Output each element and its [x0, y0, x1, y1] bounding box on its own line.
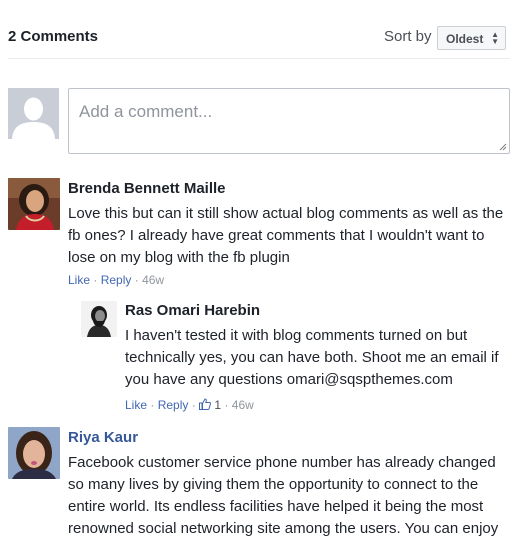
reply-link[interactable]: Reply [158, 398, 189, 412]
comment-time[interactable]: 46w [142, 273, 164, 287]
avatar[interactable] [81, 301, 117, 337]
thumbs-up-icon[interactable] [199, 398, 214, 412]
reply-line: technically yes, you can have both. Shoo… [125, 349, 499, 366]
sort-label: Sort by [384, 28, 432, 45]
like-link[interactable]: Like [68, 273, 90, 287]
comment-line: Facebook customer service phone number h… [68, 454, 496, 471]
reply-body: I haven't tested it with blog comments t… [125, 325, 510, 391]
comment-author[interactable]: Brenda Bennett Maille [68, 180, 226, 197]
sort-arrows-icon: ▲ ▼ [491, 30, 499, 46]
reply-time[interactable]: 46w [232, 398, 254, 412]
comment-author[interactable]: Riya Kaur [68, 429, 138, 446]
reply-actions: Like · Reply · 1 · 46w [125, 398, 254, 412]
comment-line: Love this but can it still show actual b… [68, 205, 504, 222]
comment-line: so many lives by giving them the opportu… [68, 476, 479, 493]
resize-grip-icon[interactable] [499, 143, 507, 151]
comment-body: Love this but can it still show actual b… [68, 203, 508, 269]
reply-line: I haven't tested it with blog comments t… [125, 327, 468, 344]
avatar[interactable] [8, 178, 60, 230]
comment-body: Facebook customer service phone number h… [68, 452, 518, 540]
comment-line: fb ones? I already have great comments t… [68, 227, 485, 244]
comment-line: renowned social networking site among th… [68, 520, 499, 537]
like-link[interactable]: Like [125, 398, 147, 412]
comment-line: entire world. Its endless facilities hav… [68, 498, 484, 515]
default-avatar [8, 88, 59, 139]
comment-line: lose on my blog with the fb plugin [68, 249, 290, 266]
comment-actions: Like · Reply · 46w [68, 273, 165, 287]
comment-count: 2 Comments [8, 28, 99, 45]
comment-input[interactable]: Add a comment... [68, 88, 510, 154]
sort-select[interactable]: Oldest ▲ ▼ [437, 26, 506, 50]
comment-placeholder: Add a comment... [79, 102, 213, 121]
reply-author[interactable]: Ras Omari Harebin [125, 302, 260, 319]
avatar[interactable] [8, 427, 60, 479]
sort-value: Oldest [446, 32, 484, 46]
comments-header: 2 Comments Sort by Oldest ▲ ▼ [8, 18, 510, 59]
reply-line: you have any questions omari@sqspthemes.… [125, 371, 453, 388]
reaction-count: 1 [214, 398, 222, 412]
reply-link[interactable]: Reply [101, 273, 132, 287]
